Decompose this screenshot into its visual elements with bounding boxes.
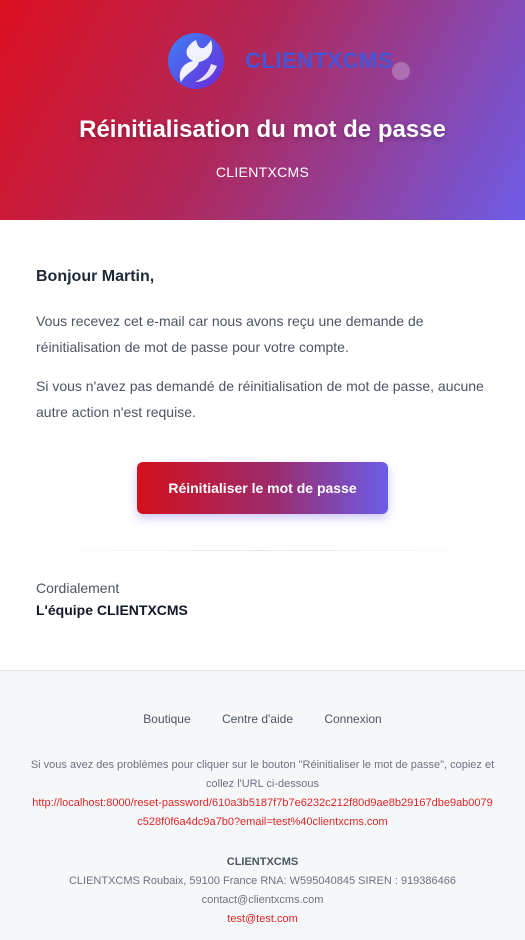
clientxcms-logo-icon — [168, 33, 224, 89]
company-name: CLIENTXCMS — [226, 856, 299, 868]
footer-link-boutique[interactable]: Boutique — [143, 712, 190, 726]
button-container: Réinitialiser le mot de passe — [36, 462, 489, 514]
reset-password-button[interactable]: Réinitialiser le mot de passe — [137, 462, 388, 514]
greeting: Bonjour Martin, — [36, 268, 155, 285]
company-address: CLIENTXCMS Roubaix, 59100 France RNA: W5… — [68, 875, 457, 887]
company-info: CLIENTXCMS CLIENTXCMS Roubaix, 59100 Fra… — [0, 853, 525, 929]
decorative-dot — [392, 62, 410, 80]
company-email: contact@clientxcms.com — [201, 894, 324, 906]
email-header: CLIENTXCMS Réinitialisation du mot de pa… — [0, 0, 525, 220]
reset-url-link[interactable]: http://localhost:8000/reset-password/610… — [30, 794, 495, 832]
email-content: Bonjour Martin, Vous recevez cet e-mail … — [0, 268, 525, 618]
message-paragraph-1: Vous recevez cet e-mail car nous avons r… — [36, 313, 424, 355]
footer-link-login[interactable]: Connexion — [324, 712, 381, 726]
footer-links: Boutique Centre d'aide Connexion — [0, 712, 525, 726]
team-signature: L'équipe CLIENTXCMS — [36, 602, 188, 618]
regards-text: Cordialement — [36, 580, 120, 596]
help-text-block: Si vous avez des problèmes pour cliquer … — [28, 756, 497, 794]
footer-link-help-center[interactable]: Centre d'aide — [222, 712, 293, 726]
header-subtitle: CLIENTXCMS — [215, 164, 310, 180]
logo-text: CLIENTXCMS — [245, 48, 393, 73]
test-email-link[interactable]: test@test.com — [0, 910, 525, 929]
logo: CLIENTXCMS — [167, 32, 393, 90]
divider — [36, 550, 489, 551]
message-paragraph-2: Si vous n'avez pas demandé de réinitiali… — [36, 378, 484, 420]
page-title: Réinitialisation du mot de passe — [79, 116, 446, 143]
email-footer: Boutique Centre d'aide Connexion Si vous… — [0, 670, 525, 940]
help-text: Si vous avez des problèmes pour cliquer … — [30, 759, 495, 790]
